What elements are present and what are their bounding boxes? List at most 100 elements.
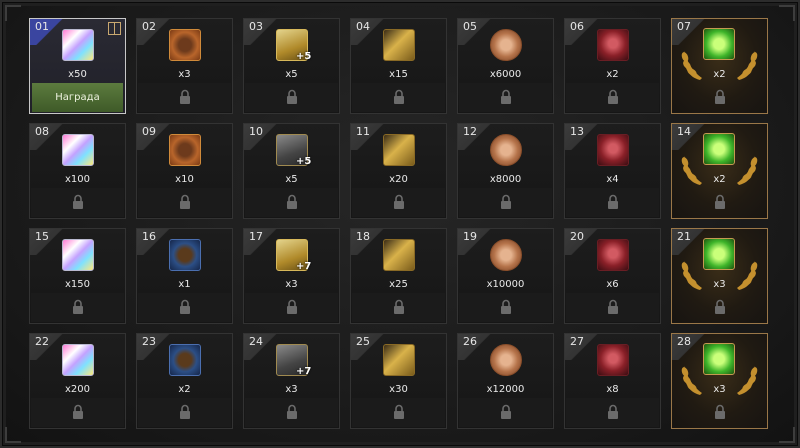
prism-crystal-icon bbox=[62, 29, 94, 61]
padlock-icon bbox=[501, 89, 511, 104]
reward-slot[interactable]: 14 x2 bbox=[671, 123, 768, 219]
reward-quantity: x6 bbox=[606, 279, 619, 290]
padlock-icon bbox=[715, 194, 725, 209]
reward-slot[interactable]: 12 x8000 bbox=[457, 123, 554, 219]
enhance-level-label: +7 bbox=[296, 261, 312, 272]
reward-slot[interactable]: 19 x10000 bbox=[457, 228, 554, 324]
padlock-icon bbox=[180, 194, 190, 209]
reward-slot[interactable]: 02 x3 bbox=[136, 18, 233, 114]
padlock-icon bbox=[73, 194, 83, 209]
reward-quantity: x200 bbox=[64, 384, 90, 395]
green-scroll-icon bbox=[703, 28, 735, 60]
reward-slot[interactable]: 01 x50 Награда bbox=[29, 18, 126, 114]
prism-crystal-icon bbox=[62, 134, 94, 166]
padlock-icon bbox=[501, 299, 511, 314]
padlock-icon bbox=[715, 89, 725, 104]
reward-slot[interactable]: 15 x150 bbox=[29, 228, 126, 324]
reward-quantity: x8 bbox=[606, 384, 619, 395]
reward-slot[interactable]: 16 x1 bbox=[136, 228, 233, 324]
reward-quantity: x8000 bbox=[489, 174, 522, 185]
padlock-icon bbox=[73, 299, 83, 314]
reward-quantity: x10000 bbox=[486, 279, 525, 290]
reward-quantity: x10 bbox=[175, 174, 194, 185]
reward-quantity: x150 bbox=[64, 279, 90, 290]
reward-slot[interactable]: 25 x30 bbox=[350, 333, 447, 429]
red-relic-icon bbox=[597, 344, 629, 376]
reward-slot[interactable]: 27 x8 bbox=[564, 333, 661, 429]
orange-tome-icon bbox=[169, 134, 201, 166]
reward-slot[interactable]: 24 +7 x3 bbox=[243, 333, 340, 429]
reward-quantity: x3 bbox=[713, 279, 726, 290]
frame-corner-ornament bbox=[779, 5, 795, 21]
padlock-icon bbox=[715, 404, 725, 419]
bronze-coin-icon bbox=[490, 29, 522, 61]
golden-hammer-icon bbox=[383, 239, 415, 271]
padlock-icon bbox=[394, 194, 404, 209]
padlock-icon bbox=[180, 404, 190, 419]
padlock-icon bbox=[287, 299, 297, 314]
green-scroll-icon bbox=[703, 133, 735, 165]
reward-quantity: x2 bbox=[606, 69, 619, 80]
enhance-level-label: +5 bbox=[296, 51, 312, 62]
frame-corner-ornament bbox=[5, 5, 21, 21]
reward-slot[interactable]: 26 x12000 bbox=[457, 333, 554, 429]
reward-panel: 01 x50 Награда 02 x3 03 +5 x5 04 x15 05 x6000 06 x2 07… bbox=[0, 0, 800, 448]
prism-crystal-icon bbox=[62, 344, 94, 376]
enhance-level-label: +7 bbox=[296, 366, 312, 377]
golden-hammer-icon bbox=[383, 134, 415, 166]
reward-quantity: x3 bbox=[285, 384, 298, 395]
padlock-icon bbox=[608, 299, 618, 314]
reward-quantity: x100 bbox=[64, 174, 90, 185]
prism-crystal-icon bbox=[62, 239, 94, 271]
reward-quantity: x25 bbox=[389, 279, 408, 290]
padlock-icon bbox=[394, 299, 404, 314]
green-scroll-icon bbox=[703, 238, 735, 270]
reward-slot[interactable]: 10 +5 x5 bbox=[243, 123, 340, 219]
padlock-icon bbox=[501, 404, 511, 419]
blue-tome-icon bbox=[169, 344, 201, 376]
reward-grid: 01 x50 Награда 02 x3 03 +5 x5 04 x15 05 x6000 06 x2 07… bbox=[29, 18, 768, 429]
bronze-coin-icon bbox=[490, 344, 522, 376]
reward-slot[interactable]: 20 x6 bbox=[564, 228, 661, 324]
reward-quantity: x2 bbox=[713, 174, 726, 185]
reward-quantity: x3 bbox=[285, 279, 298, 290]
reward-slot[interactable]: 09 x10 bbox=[136, 123, 233, 219]
reward-slot[interactable]: 07 x2 bbox=[671, 18, 768, 114]
padlock-icon bbox=[73, 404, 83, 419]
padlock-icon bbox=[287, 194, 297, 209]
padlock-icon bbox=[608, 89, 618, 104]
padlock-icon bbox=[608, 404, 618, 419]
reward-slot[interactable]: 11 x20 bbox=[350, 123, 447, 219]
reward-quantity: x4 bbox=[606, 174, 619, 185]
reward-quantity: x1 bbox=[178, 279, 191, 290]
reward-slot[interactable]: 21 x3 bbox=[671, 228, 768, 324]
frame-corner-ornament bbox=[779, 427, 795, 443]
gift-chest-icon[interactable] bbox=[108, 22, 121, 35]
reward-slot[interactable]: 18 x25 bbox=[350, 228, 447, 324]
enhance-level-label: +5 bbox=[296, 156, 312, 167]
padlock-icon bbox=[394, 89, 404, 104]
reward-quantity: x12000 bbox=[486, 384, 525, 395]
reward-slot[interactable]: 05 x6000 bbox=[457, 18, 554, 114]
reward-slot[interactable]: 08 x100 bbox=[29, 123, 126, 219]
reward-slot[interactable]: 22 x200 bbox=[29, 333, 126, 429]
golden-hammer-icon bbox=[383, 344, 415, 376]
reward-slot[interactable]: 13 x4 bbox=[564, 123, 661, 219]
padlock-icon bbox=[180, 299, 190, 314]
padlock-icon bbox=[715, 299, 725, 314]
reward-slot[interactable]: 28 x3 bbox=[671, 333, 768, 429]
reward-quantity: x6000 bbox=[489, 69, 522, 80]
padlock-icon bbox=[287, 404, 297, 419]
reward-quantity: x5 bbox=[285, 174, 298, 185]
padlock-icon bbox=[287, 89, 297, 104]
red-relic-icon bbox=[597, 29, 629, 61]
reward-slot[interactable]: 06 x2 bbox=[564, 18, 661, 114]
reward-slot[interactable]: 17 +7 x3 bbox=[243, 228, 340, 324]
reward-quantity: x2 bbox=[178, 384, 191, 395]
reward-slot[interactable]: 04 x15 bbox=[350, 18, 447, 114]
claim-reward-button[interactable]: Награда bbox=[32, 83, 123, 112]
reward-slot[interactable]: 23 x2 bbox=[136, 333, 233, 429]
reward-slot[interactable]: 03 +5 x5 bbox=[243, 18, 340, 114]
reward-quantity: x30 bbox=[389, 384, 408, 395]
padlock-icon bbox=[180, 89, 190, 104]
